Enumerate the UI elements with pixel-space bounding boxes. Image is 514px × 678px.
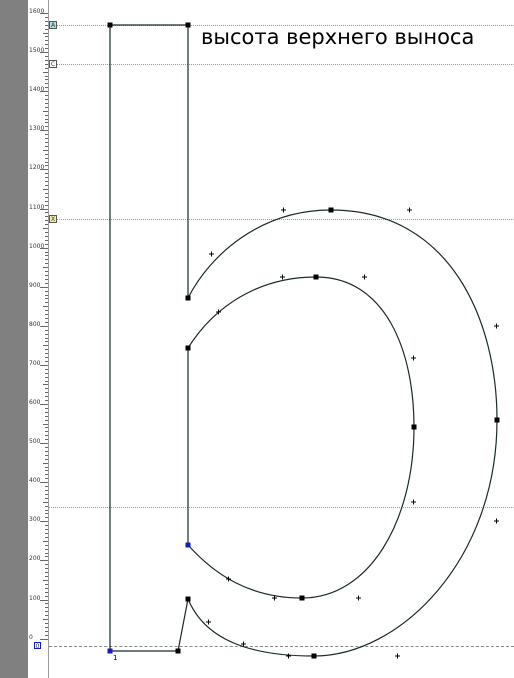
control-point <box>280 274 285 280</box>
anchor-point[interactable] <box>313 274 319 280</box>
control-point <box>286 653 291 659</box>
anchor-point[interactable] <box>299 595 305 601</box>
on-curve-points <box>107 22 500 659</box>
anchor-point[interactable] <box>185 295 191 301</box>
anchor-point[interactable] <box>311 653 317 659</box>
control-point <box>411 499 416 505</box>
control-point <box>411 355 416 361</box>
control-point <box>356 595 361 601</box>
control-point <box>362 274 367 280</box>
caption-label: высота верхнего выноса <box>201 25 475 49</box>
outer-contour <box>109 24 498 657</box>
glyph-canvas[interactable]: 1 <box>0 0 514 678</box>
anchor-point[interactable] <box>411 424 417 430</box>
anchor-point-selected[interactable] <box>185 542 191 548</box>
control-point <box>395 653 400 659</box>
anchor-point[interactable] <box>328 207 334 213</box>
anchor-point[interactable] <box>107 22 113 28</box>
control-point <box>209 251 214 257</box>
anchor-point[interactable] <box>175 648 181 654</box>
control-point <box>494 518 499 524</box>
control-point <box>407 207 412 213</box>
anchor-point[interactable] <box>494 417 500 423</box>
inner-contour <box>187 276 415 599</box>
anchor-point[interactable] <box>185 345 191 351</box>
anchor-point[interactable] <box>185 596 191 602</box>
control-point <box>281 207 286 213</box>
glyph-outline <box>109 24 498 657</box>
control-point <box>494 323 499 329</box>
control-points <box>206 207 499 659</box>
control-point <box>206 619 211 625</box>
anchor-point-selected[interactable] <box>107 648 113 654</box>
point-index-label: 1 <box>113 654 117 662</box>
anchor-point[interactable] <box>185 22 191 28</box>
